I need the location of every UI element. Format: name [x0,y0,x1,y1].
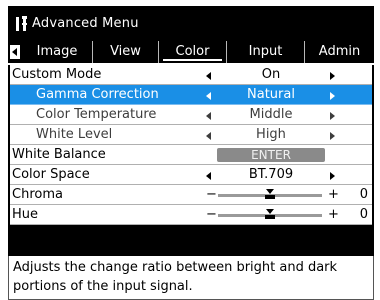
help-box: Adjusts the change ratio between bright … [8,256,374,300]
left-arrow-icon[interactable] [206,132,211,140]
right-arrow-icon[interactable] [330,132,335,140]
hue-label: Hue [12,207,39,222]
color-temperature-value: Middle [249,107,293,122]
tab-color[interactable]: Color [158,41,226,63]
row-color-space[interactable]: Color Space BT.709 [10,165,372,185]
tab-input[interactable]: Input [226,41,304,63]
custom-mode-label: Custom Mode [12,67,102,82]
chroma-label: Chroma [12,187,63,202]
gamma-correction-label: Gamma Correction [36,87,159,102]
right-arrow-icon[interactable] [330,112,335,120]
title-bar: Advanced Menu [8,6,374,40]
color-space-label: Color Space [12,167,90,182]
color-space-value: BT.709 [248,167,294,182]
chroma-slider-thumb[interactable] [265,189,275,201]
row-custom-mode[interactable]: Custom Mode On [10,65,372,85]
white-level-label: White Level [36,127,113,142]
minus-icon[interactable]: − [206,185,217,205]
left-arrow-icon[interactable] [206,92,211,100]
row-chroma[interactable]: Chroma − + 0 [10,185,372,205]
hue-slider-thumb[interactable] [265,209,275,221]
plus-icon[interactable]: + [328,205,339,225]
row-white-balance[interactable]: White Balance ENTER [10,145,372,165]
settings-list: Custom Mode On Gamma Correction Natural … [10,65,372,225]
help-text: Adjusts the change ratio between bright … [13,260,338,294]
enter-button[interactable]: ENTER [217,148,325,162]
right-arrow-icon[interactable] [330,172,335,180]
menu-title: Advanced Menu [32,16,139,31]
tab-bar: Image View Color Input Admin [8,41,374,63]
minus-icon[interactable]: − [206,205,217,225]
tab-image[interactable]: Image [22,41,92,63]
custom-mode-value: On [261,67,281,82]
row-white-level[interactable]: White Level High [10,125,372,145]
white-level-value: High [256,127,286,142]
tools-icon [16,16,27,31]
gamma-correction-value: Natural [247,87,295,102]
right-arrow-icon[interactable] [330,92,335,100]
tab-scroll-left-icon[interactable] [10,45,20,59]
hue-value: 0 [359,207,368,222]
right-arrow-icon[interactable] [330,72,335,80]
left-arrow-icon[interactable] [206,72,211,80]
left-arrow-icon[interactable] [206,112,211,120]
white-balance-label: White Balance [12,147,106,162]
plus-icon[interactable]: + [328,185,339,205]
left-arrow-icon[interactable] [206,172,211,180]
chroma-value: 0 [359,187,368,202]
tab-admin[interactable]: Admin [304,41,374,63]
row-hue[interactable]: Hue − + 0 [10,205,372,225]
row-gamma-correction[interactable]: Gamma Correction Natural [10,85,372,105]
color-temperature-label: Color Temperature [36,107,157,122]
tab-view[interactable]: View [92,41,158,63]
row-color-temperature[interactable]: Color Temperature Middle [10,105,372,125]
